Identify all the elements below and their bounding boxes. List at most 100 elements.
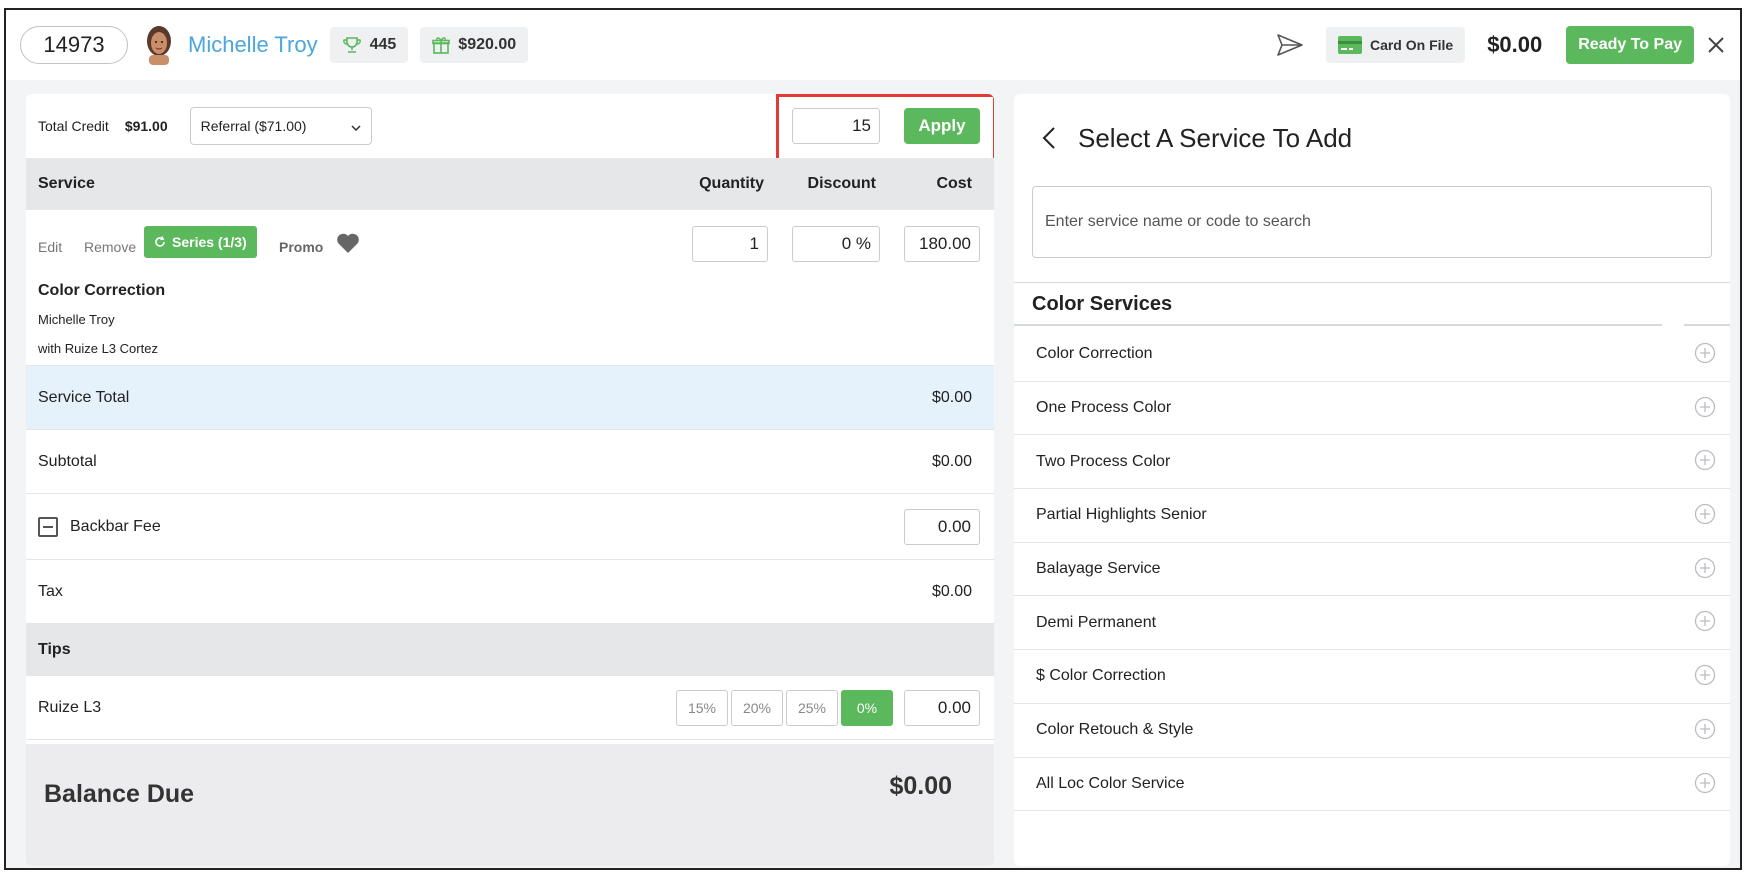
list-item[interactable]: $ Color Correction (1014, 650, 1730, 704)
service-item-label: $ Color Correction (1036, 667, 1166, 685)
service-client: Michelle Troy (38, 312, 115, 327)
add-circle-icon[interactable] (1694, 449, 1716, 471)
service-item-label: All Loc Color Service (1036, 774, 1185, 792)
card-on-file-label: Card On File (1369, 37, 1454, 53)
service-search-box (1032, 186, 1712, 258)
tip-option-25[interactable]: 25% (786, 689, 838, 726)
gift-balance-value: $920.00 (458, 36, 517, 53)
service-item-label: Partial Highlights Senior (1036, 506, 1207, 524)
subtotal-row: Subtotal $0.00 (26, 430, 994, 494)
tax-label: Tax (38, 582, 63, 600)
add-circle-icon[interactable] (1694, 396, 1716, 418)
backbar-fee-label: Backbar Fee (70, 517, 161, 535)
series-label: Series (1/3) (172, 234, 247, 250)
promo-link[interactable]: Promo (279, 239, 323, 255)
edit-link[interactable]: Edit (38, 239, 62, 255)
add-circle-icon[interactable] (1694, 503, 1716, 525)
service-item-label: Two Process Color (1036, 452, 1171, 470)
heart-icon[interactable] (336, 232, 360, 254)
service-staff: with Ruize L3 Cortez (38, 341, 158, 356)
remove-link[interactable]: Remove (84, 239, 136, 255)
service-name: Color Correction (38, 282, 166, 299)
tax-row: Tax $0.00 (26, 560, 994, 624)
trophy-icon (342, 36, 362, 54)
tips-header: Tips (38, 640, 71, 658)
tip-staff-name: Ruize L3 (38, 698, 102, 716)
cost-input[interactable]: 180.00 (904, 226, 980, 262)
gift-balance-chip[interactable]: $920.00 (420, 27, 529, 63)
series-button[interactable]: Series (1/3) (144, 226, 257, 258)
list-item[interactable]: Demi Permanent (1014, 596, 1730, 651)
balance-due-label: Balance Due (44, 779, 195, 808)
service-picker-title: Select A Service To Add (1078, 122, 1353, 153)
loyalty-points-chip[interactable]: 445 (329, 27, 409, 63)
add-circle-icon[interactable] (1694, 772, 1716, 794)
backbar-fee-input[interactable]: 0.00 (904, 508, 980, 545)
ready-to-pay-button[interactable]: Ready To Pay (1566, 26, 1694, 64)
add-circle-icon[interactable] (1694, 664, 1716, 686)
header-quantity: Quantity (699, 175, 764, 192)
pos-checkout-window: 14973 Michelle Troy 445 $920.00 Card On … (4, 8, 1742, 870)
tip-amount-input[interactable]: 0.00 (904, 689, 980, 726)
list-item[interactable]: All Loc Color Service (1014, 758, 1730, 812)
list-item[interactable]: One Process Color (1014, 382, 1730, 436)
tax-value: $0.00 (931, 582, 972, 600)
avatar[interactable] (142, 25, 176, 65)
list-item[interactable]: Color Retouch & Style (1014, 704, 1730, 758)
service-table-header: Service Quantity Discount Cost (26, 158, 994, 210)
balance-due-bar: Balance Due $0.00 (26, 744, 994, 866)
service-total-label: Service Total (38, 388, 130, 406)
add-circle-icon[interactable] (1694, 557, 1716, 579)
tips-header-row: Tips (26, 624, 994, 676)
subtotal-value: $0.00 (931, 452, 972, 470)
header-actions: Card On File $0.00 Ready To Pay (1276, 26, 1726, 64)
category-divider (1014, 324, 1662, 326)
send-icon[interactable] (1276, 33, 1304, 57)
total-credit-label: Total Credit (38, 118, 109, 134)
list-item[interactable]: Partial Highlights Senior (1014, 489, 1730, 543)
add-circle-icon[interactable] (1694, 610, 1716, 632)
category-divider-end (1684, 324, 1730, 326)
backbar-fee-row: Backbar Fee 0.00 (26, 494, 994, 560)
card-on-file-button[interactable]: Card On File (1325, 27, 1466, 63)
tip-option-20[interactable]: 20% (731, 689, 783, 726)
service-line-item: Edit Remove Series (1/3) Promo 1 0 % 180… (26, 210, 994, 366)
service-item-label: Balayage Service (1036, 560, 1161, 578)
add-circle-icon[interactable] (1694, 718, 1716, 740)
service-picker-panel: Select A Service To Add Color Services C… (1014, 94, 1730, 866)
service-item-label: Color Retouch & Style (1036, 721, 1194, 739)
credit-discount-input[interactable]: 15 (792, 108, 880, 144)
back-chevron-icon[interactable] (1042, 126, 1056, 150)
service-item-label: Color Correction (1036, 345, 1153, 363)
category-heading: Color Services (1014, 282, 1730, 326)
ticket-number[interactable]: 14973 (20, 26, 128, 64)
chevron-down-icon (351, 118, 361, 134)
referral-selected-value: Referral ($71.00) (200, 118, 307, 134)
service-item-label: Demi Permanent (1036, 613, 1157, 631)
tip-option-0[interactable]: 0% (841, 689, 893, 726)
header-total-amount: $0.00 (1487, 32, 1543, 57)
add-circle-icon[interactable] (1694, 342, 1716, 364)
header-service: Service (38, 175, 95, 192)
close-icon[interactable] (1706, 35, 1726, 55)
tip-options: 15% 20% 25% 0% (676, 689, 896, 726)
list-item[interactable]: Balayage Service (1014, 543, 1730, 597)
refresh-icon (154, 236, 166, 248)
balance-due-value: $0.00 (889, 772, 952, 800)
list-item[interactable]: Color Correction (1014, 328, 1730, 382)
header-bar: 14973 Michelle Troy 445 $920.00 Card On … (6, 10, 1740, 80)
collapse-toggle-icon[interactable] (38, 516, 58, 537)
credit-card-icon (1337, 35, 1362, 55)
service-search-input[interactable] (1033, 187, 1711, 257)
list-item[interactable]: Two Process Color (1014, 435, 1730, 490)
client-name-link[interactable]: Michelle Troy (188, 32, 318, 58)
referral-select[interactable]: Referral ($71.00) (189, 107, 372, 145)
apply-button[interactable]: Apply (904, 108, 980, 144)
discount-percent-input[interactable]: 0 % (792, 226, 880, 262)
service-picker-header: Select A Service To Add (1014, 94, 1730, 182)
gift-icon (432, 36, 451, 54)
quantity-input[interactable]: 1 (692, 226, 768, 262)
header-discount: Discount (807, 175, 876, 192)
service-list: Color Correction One Process Color Two P… (1014, 328, 1730, 812)
tip-option-15[interactable]: 15% (676, 689, 728, 726)
